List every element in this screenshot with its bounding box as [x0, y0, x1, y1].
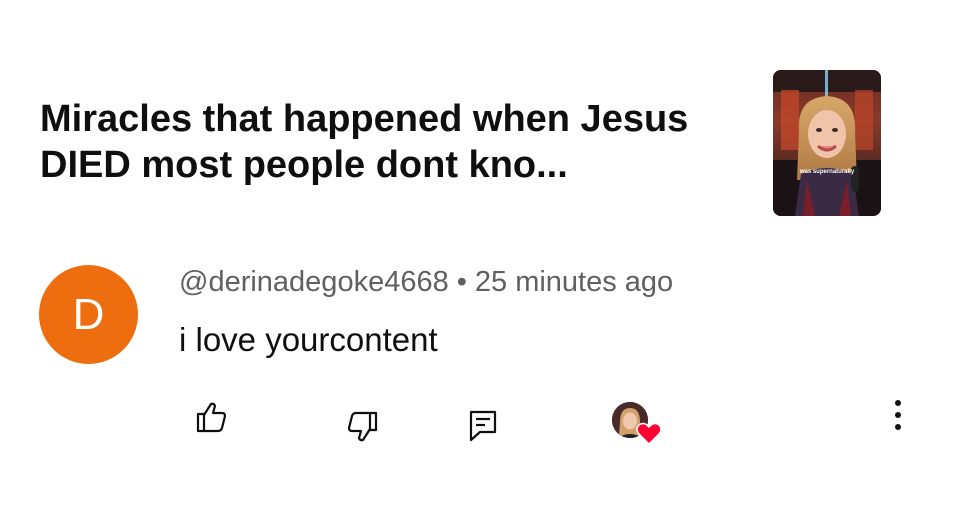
comment-author[interactable]: @derinadegoke4668 [179, 266, 449, 298]
comment-meta: @derinadegoke4668 • 25 minutes ago [179, 265, 673, 299]
thumbnail-caption: was supernaturally [799, 169, 855, 175]
video-thumbnail[interactable]: was supernaturally [773, 70, 881, 216]
commenter-avatar[interactable]: D [39, 265, 138, 364]
reply-button[interactable] [468, 409, 498, 443]
thumbs-up-icon [196, 402, 227, 433]
more-options-button[interactable] [888, 398, 908, 432]
dislike-button[interactable] [346, 410, 380, 444]
more-vertical-icon [895, 400, 901, 430]
thumbs-down-icon [347, 411, 378, 442]
creator-heart [612, 402, 662, 446]
comment-text: i love yourcontent [179, 321, 438, 358]
like-button[interactable] [194, 400, 228, 434]
heart-icon [636, 422, 662, 446]
meta-separator: • [456, 266, 467, 298]
comment-icon [469, 410, 497, 442]
video-title[interactable]: Miracles that happened when Jesus DIED m… [40, 96, 740, 188]
comment-timestamp[interactable]: 25 minutes ago [475, 266, 673, 298]
thumbnail-image: was supernaturally [773, 70, 881, 216]
